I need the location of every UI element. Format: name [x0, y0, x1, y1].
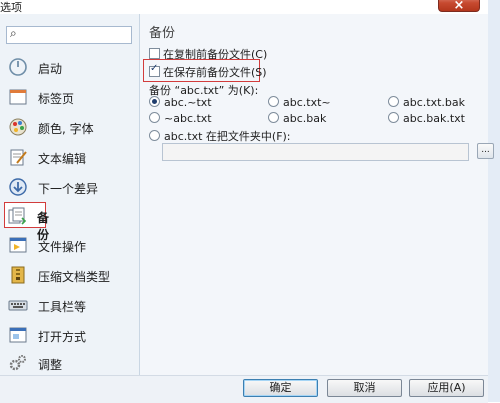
sidebar-item-open-with[interactable]: 打开方式 — [6, 322, 132, 348]
title-bar: 选项 — [0, 0, 500, 14]
radio-backup-folder[interactable]: abc.txt 在把文件夹中(F): — [149, 128, 291, 144]
checkbox-label: 在保存前备份文件(S) — [163, 66, 267, 79]
sidebar-item-startup[interactable]: 启动 — [6, 54, 132, 80]
backup-before-save-checkbox[interactable]: 在保存前备份文件(S) — [149, 63, 267, 80]
radio-tilde-abc-txt[interactable]: ~abc.txt — [149, 112, 212, 125]
page-title: 备份 — [149, 26, 176, 41]
window-title: 选项 — [0, 1, 22, 14]
search-icon: ⌕ — [10, 26, 17, 40]
sidebar-item-tweaks[interactable]: 调整 — [6, 350, 132, 375]
checkbox-box[interactable] — [149, 48, 160, 59]
sidebar-item-file-operations[interactable]: 文件操作 — [6, 232, 132, 258]
apply-button[interactable]: 应用(A) — [409, 379, 484, 397]
sidebar-item-label: 打开方式 — [38, 330, 87, 344]
close-button[interactable]: × — [438, 0, 480, 13]
sidebar-item-label: 下一个差异 — [38, 182, 99, 196]
power-icon — [9, 58, 27, 76]
ok-button[interactable]: 确定 — [243, 379, 318, 397]
search-input[interactable]: ⌕ — [6, 26, 132, 44]
sidebar-item-label: 标签页 — [38, 92, 75, 106]
next-diff-icon — [9, 178, 27, 196]
tab-page-icon — [9, 89, 27, 105]
sidebar: ⌕ 启动 标签页 颜色, 字体 文本编辑 下一个差异 备份 文件操作 压缩文档类… — [0, 14, 140, 375]
radio-abc-bak-txt[interactable]: abc.bak.txt — [388, 112, 465, 125]
sidebar-item-label: 文件操作 — [38, 240, 87, 254]
radio-label: abc.txt.bak — [403, 96, 465, 109]
backup-folder-input[interactable] — [162, 143, 469, 161]
sidebar-item-text-edit[interactable]: 文本编辑 — [6, 144, 132, 170]
sidebar-item-next-diff[interactable]: 下一个差异 — [6, 174, 132, 200]
backup-icon — [8, 207, 27, 225]
radio-abc-txt-bak[interactable]: abc.txt.bak — [388, 96, 465, 109]
radio-abc-tilde-txt[interactable]: abc.~txt — [149, 96, 212, 109]
radio-button[interactable] — [149, 130, 160, 141]
sidebar-item-label: 文本编辑 — [38, 152, 87, 166]
gears-icon — [9, 355, 26, 371]
radio-button[interactable] — [149, 112, 160, 123]
sidebar-item-tabs[interactable]: 标签页 — [6, 84, 132, 110]
archive-icon — [11, 266, 25, 284]
sidebar-item-backup[interactable]: 备份 — [4, 202, 49, 242]
radio-label: abc.txt~ — [283, 96, 331, 109]
window-frame-edge — [488, 0, 500, 402]
radio-button[interactable] — [268, 96, 279, 107]
file-operation-icon — [9, 237, 27, 253]
sidebar-item-archive-types[interactable]: 压缩文档类型 — [6, 262, 132, 288]
radio-abc-txt-tilde[interactable]: abc.txt~ — [268, 96, 331, 109]
radio-label: abc.bak.txt — [403, 112, 465, 125]
sidebar-item-colors-fonts[interactable]: 颜色, 字体 — [6, 114, 132, 140]
text-edit-icon — [10, 149, 27, 166]
sidebar-item-label: 启动 — [38, 62, 63, 76]
radio-label: abc.~txt — [164, 96, 212, 109]
checkbox-box[interactable] — [149, 63, 160, 77]
sidebar-item-toolbars[interactable]: 工具栏等 — [6, 292, 132, 318]
sidebar-item-label: 颜色, 字体 — [38, 122, 94, 136]
radio-abc-bak[interactable]: abc.bak — [268, 112, 326, 125]
open-with-icon — [9, 327, 27, 343]
radio-button[interactable] — [268, 112, 279, 123]
sidebar-item-label: 工具栏等 — [38, 300, 87, 314]
radio-button[interactable] — [388, 112, 399, 123]
sidebar-item-label: 调整 — [38, 358, 63, 372]
keyboard-icon — [8, 300, 28, 311]
sidebar-item-label: 压缩文档类型 — [38, 270, 111, 284]
radio-button[interactable] — [388, 96, 399, 107]
color-palette-icon — [9, 118, 27, 136]
browse-button[interactable]: ... — [477, 143, 494, 159]
radio-button[interactable] — [149, 96, 160, 107]
radio-label: abc.bak — [283, 112, 327, 125]
cancel-button[interactable]: 取消 — [327, 379, 402, 397]
radio-label: abc.txt 在把文件夹中(F): — [164, 130, 291, 143]
radio-label: ~abc.txt — [164, 112, 212, 125]
